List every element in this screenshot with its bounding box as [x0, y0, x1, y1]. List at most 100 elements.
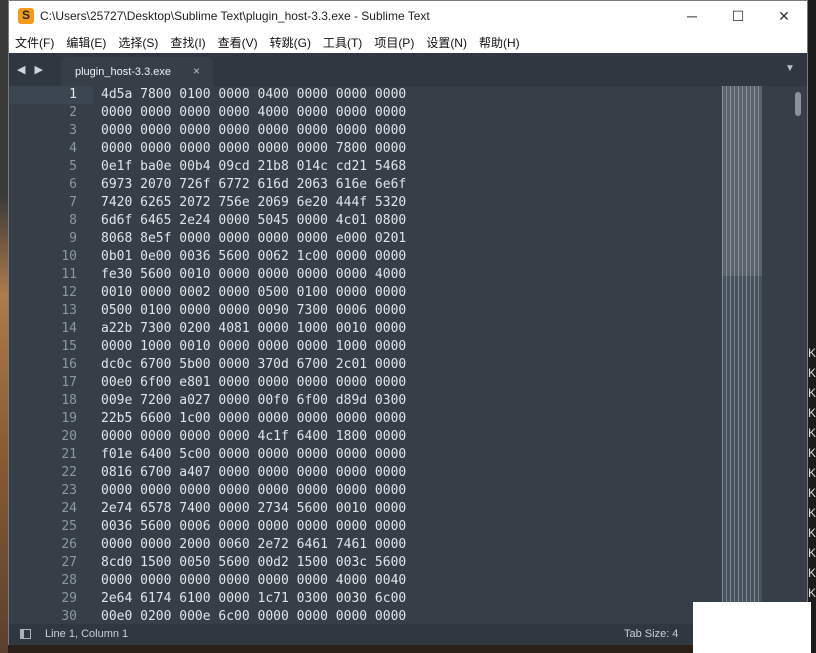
line-number: 4 — [69, 141, 77, 156]
code-line[interactable]: 0036 5600 0006 0000 0000 0000 0000 0000 — [101, 518, 406, 536]
line-number: 1 — [69, 87, 77, 102]
line-number: 15 — [61, 339, 77, 354]
desktop-overlay — [693, 602, 811, 653]
minimap-viewport[interactable] — [722, 86, 762, 276]
line-number: 3 — [69, 123, 77, 138]
desktop-glyph: K — [808, 366, 816, 380]
menu-find[interactable]: 查找(I) — [164, 31, 211, 53]
line-number: 14 — [61, 321, 77, 336]
sublime-window: C:\Users\25727\Desktop\Sublime Text\plug… — [8, 0, 808, 645]
menu-selection[interactable]: 选择(S) — [112, 31, 164, 53]
desktop-glyph: K — [808, 426, 816, 440]
line-number: 2 — [69, 105, 77, 120]
code-line[interactable]: 009e 7200 a027 0000 00f0 6f00 d89d 0300 — [101, 392, 406, 410]
menu-tools[interactable]: 工具(T) — [317, 31, 368, 53]
line-number: 22 — [61, 465, 77, 480]
menu-help[interactable]: 帮助(H) — [473, 31, 526, 53]
code-line[interactable]: 6973 2070 726f 6772 616d 2063 616e 6e6f — [101, 176, 406, 194]
tab-plugin-host[interactable]: plugin_host-3.3.exe × — [61, 57, 213, 86]
code-line[interactable]: 7420 6265 2072 756e 2069 6e20 444f 5320 — [101, 194, 406, 212]
code-line[interactable]: fe30 5600 0010 0000 0000 0000 0000 4000 — [101, 266, 406, 284]
desktop-glyph: K — [808, 346, 816, 360]
code-line[interactable]: 0000 0000 0000 0000 0000 0000 7800 0000 — [101, 140, 406, 158]
line-number: 17 — [61, 375, 77, 390]
line-number: 23 — [61, 483, 77, 498]
tab-label: plugin_host-3.3.exe — [75, 66, 172, 78]
minimize-button[interactable]: ─ — [669, 1, 715, 31]
code-line[interactable]: 0000 0000 0000 0000 4c1f 6400 1800 0000 — [101, 428, 406, 446]
desktop-glyph: K — [808, 406, 816, 420]
code-line[interactable]: 4d5a 7800 0100 0000 0400 0000 0000 0000 — [101, 86, 406, 104]
tab-bar: ◀ ▶ plugin_host-3.3.exe × ▼ — [9, 53, 807, 86]
line-number: 6 — [69, 177, 77, 192]
desktop-glyph: K — [808, 506, 816, 520]
desktop-glyph: K — [808, 586, 816, 600]
tab-close-icon[interactable]: × — [193, 64, 200, 78]
code-line[interactable]: 22b5 6600 1c00 0000 0000 0000 0000 0000 — [101, 410, 406, 428]
code-line[interactable]: 00e0 6f00 e801 0000 0000 0000 0000 0000 — [101, 374, 406, 392]
code-line[interactable]: 8068 8e5f 0000 0000 0000 0000 e000 0201 — [101, 230, 406, 248]
line-number: 10 — [61, 249, 77, 264]
status-bar: Line 1, Column 1 Tab Size: 4 — [9, 624, 807, 645]
tab-nav-arrows-icon[interactable]: ◀ ▶ — [17, 63, 46, 76]
line-number: 27 — [61, 555, 77, 570]
desktop-glyph: K — [808, 526, 816, 540]
code-line[interactable]: 00e0 0200 000e 6c00 0000 0000 0000 0000 — [101, 608, 406, 624]
code-line[interactable]: 6d6f 6465 2e24 0000 5045 0000 4c01 0800 — [101, 212, 406, 230]
cursor-position[interactable]: Line 1, Column 1 — [45, 628, 128, 640]
desktop-glyph: K — [808, 386, 816, 400]
desktop-glyph: K — [808, 446, 816, 460]
menu-bar: 文件(F) 编辑(E) 选择(S) 查找(I) 查看(V) 转跳(G) 工具(T… — [9, 31, 807, 53]
desktop-glyph: K — [808, 566, 816, 580]
code-line[interactable]: 8cd0 1500 0050 5600 00d2 1500 003c 5600 — [101, 554, 406, 572]
line-number: 18 — [61, 393, 77, 408]
code-line[interactable]: 0816 6700 a407 0000 0000 0000 0000 0000 — [101, 464, 406, 482]
code-line[interactable]: 0500 0100 0000 0000 0090 7300 0006 0000 — [101, 302, 406, 320]
code-line[interactable]: 0e1f ba0e 00b4 09cd 21b8 014c cd21 5468 — [101, 158, 406, 176]
maximize-button[interactable]: ☐ — [715, 1, 761, 31]
code-line[interactable]: 0000 1000 0010 0000 0000 0000 1000 0000 — [101, 338, 406, 356]
code-line[interactable]: 0010 0000 0002 0000 0500 0100 0000 0000 — [101, 284, 406, 302]
code-line[interactable]: 0000 0000 0000 0000 4000 0000 0000 0000 — [101, 104, 406, 122]
menu-preferences[interactable]: 设置(N) — [420, 31, 473, 53]
code-line[interactable]: a22b 7300 0200 4081 0000 1000 0010 0000 — [101, 320, 406, 338]
code-line[interactable]: 2e64 6174 6100 0000 1c71 0300 0030 6c00 — [101, 590, 406, 608]
menu-project[interactable]: 项目(P) — [368, 31, 420, 53]
line-number: 13 — [61, 303, 77, 318]
close-button[interactable]: ✕ — [761, 1, 807, 31]
code-line[interactable]: 2e74 6578 7400 0000 2734 5600 0010 0000 — [101, 500, 406, 518]
vertical-scrollbar[interactable] — [795, 88, 803, 622]
sublime-text-icon — [18, 8, 34, 24]
scroll-thumb[interactable] — [795, 92, 801, 116]
line-number: 11 — [61, 267, 77, 282]
line-number: 30 — [61, 609, 77, 624]
line-number: 5 — [69, 159, 77, 174]
title-bar[interactable]: C:\Users\25727\Desktop\Sublime Text\plug… — [9, 1, 807, 31]
code-line[interactable]: 0000 0000 2000 0060 2e72 6461 7461 0000 — [101, 536, 406, 554]
code-line[interactable]: dc0c 6700 5b00 0000 370d 6700 2c01 0000 — [101, 356, 406, 374]
editor-area[interactable]: 1 2 3 4 5 6 7 8 9 10 11 12 13 14 15 16 17 18 19 20 21 22 23 24 2… — [9, 86, 807, 624]
menu-file[interactable]: 文件(F) — [9, 31, 60, 53]
window-title: C:\Users\25727\Desktop\Sublime Text\plug… — [40, 9, 430, 23]
line-number: 25 — [61, 519, 77, 534]
code-line[interactable]: 0000 0000 0000 0000 0000 0000 0000 0000 — [101, 482, 406, 500]
line-number: 9 — [69, 231, 77, 246]
menu-view[interactable]: 查看(V) — [212, 31, 264, 53]
line-number: 12 — [61, 285, 77, 300]
tab-size-indicator[interactable]: Tab Size: 4 — [624, 628, 678, 640]
line-number: 26 — [61, 537, 77, 552]
menu-goto[interactable]: 转跳(G) — [264, 31, 317, 53]
line-number: 28 — [61, 573, 77, 588]
code-line[interactable]: 0b01 0e00 0036 5600 0062 1c00 0000 0000 — [101, 248, 406, 266]
line-number: 29 — [61, 591, 77, 606]
code-line[interactable]: f01e 6400 5c00 0000 0000 0000 0000 0000 — [101, 446, 406, 464]
menu-edit[interactable]: 编辑(E) — [60, 31, 112, 53]
code-line[interactable]: 0000 0000 0000 0000 0000 0000 4000 0040 — [101, 572, 406, 590]
desktop-background-right: KKKKKKKKKKKKK — [808, 0, 816, 653]
desktop-background-left — [0, 0, 8, 653]
line-number: 8 — [69, 213, 77, 228]
tab-list-chevron-icon[interactable]: ▼ — [785, 63, 795, 74]
code-line[interactable]: 0000 0000 0000 0000 0000 0000 0000 0000 — [101, 122, 406, 140]
sidebar-toggle-icon[interactable] — [20, 629, 31, 639]
line-number: 19 — [61, 411, 77, 426]
